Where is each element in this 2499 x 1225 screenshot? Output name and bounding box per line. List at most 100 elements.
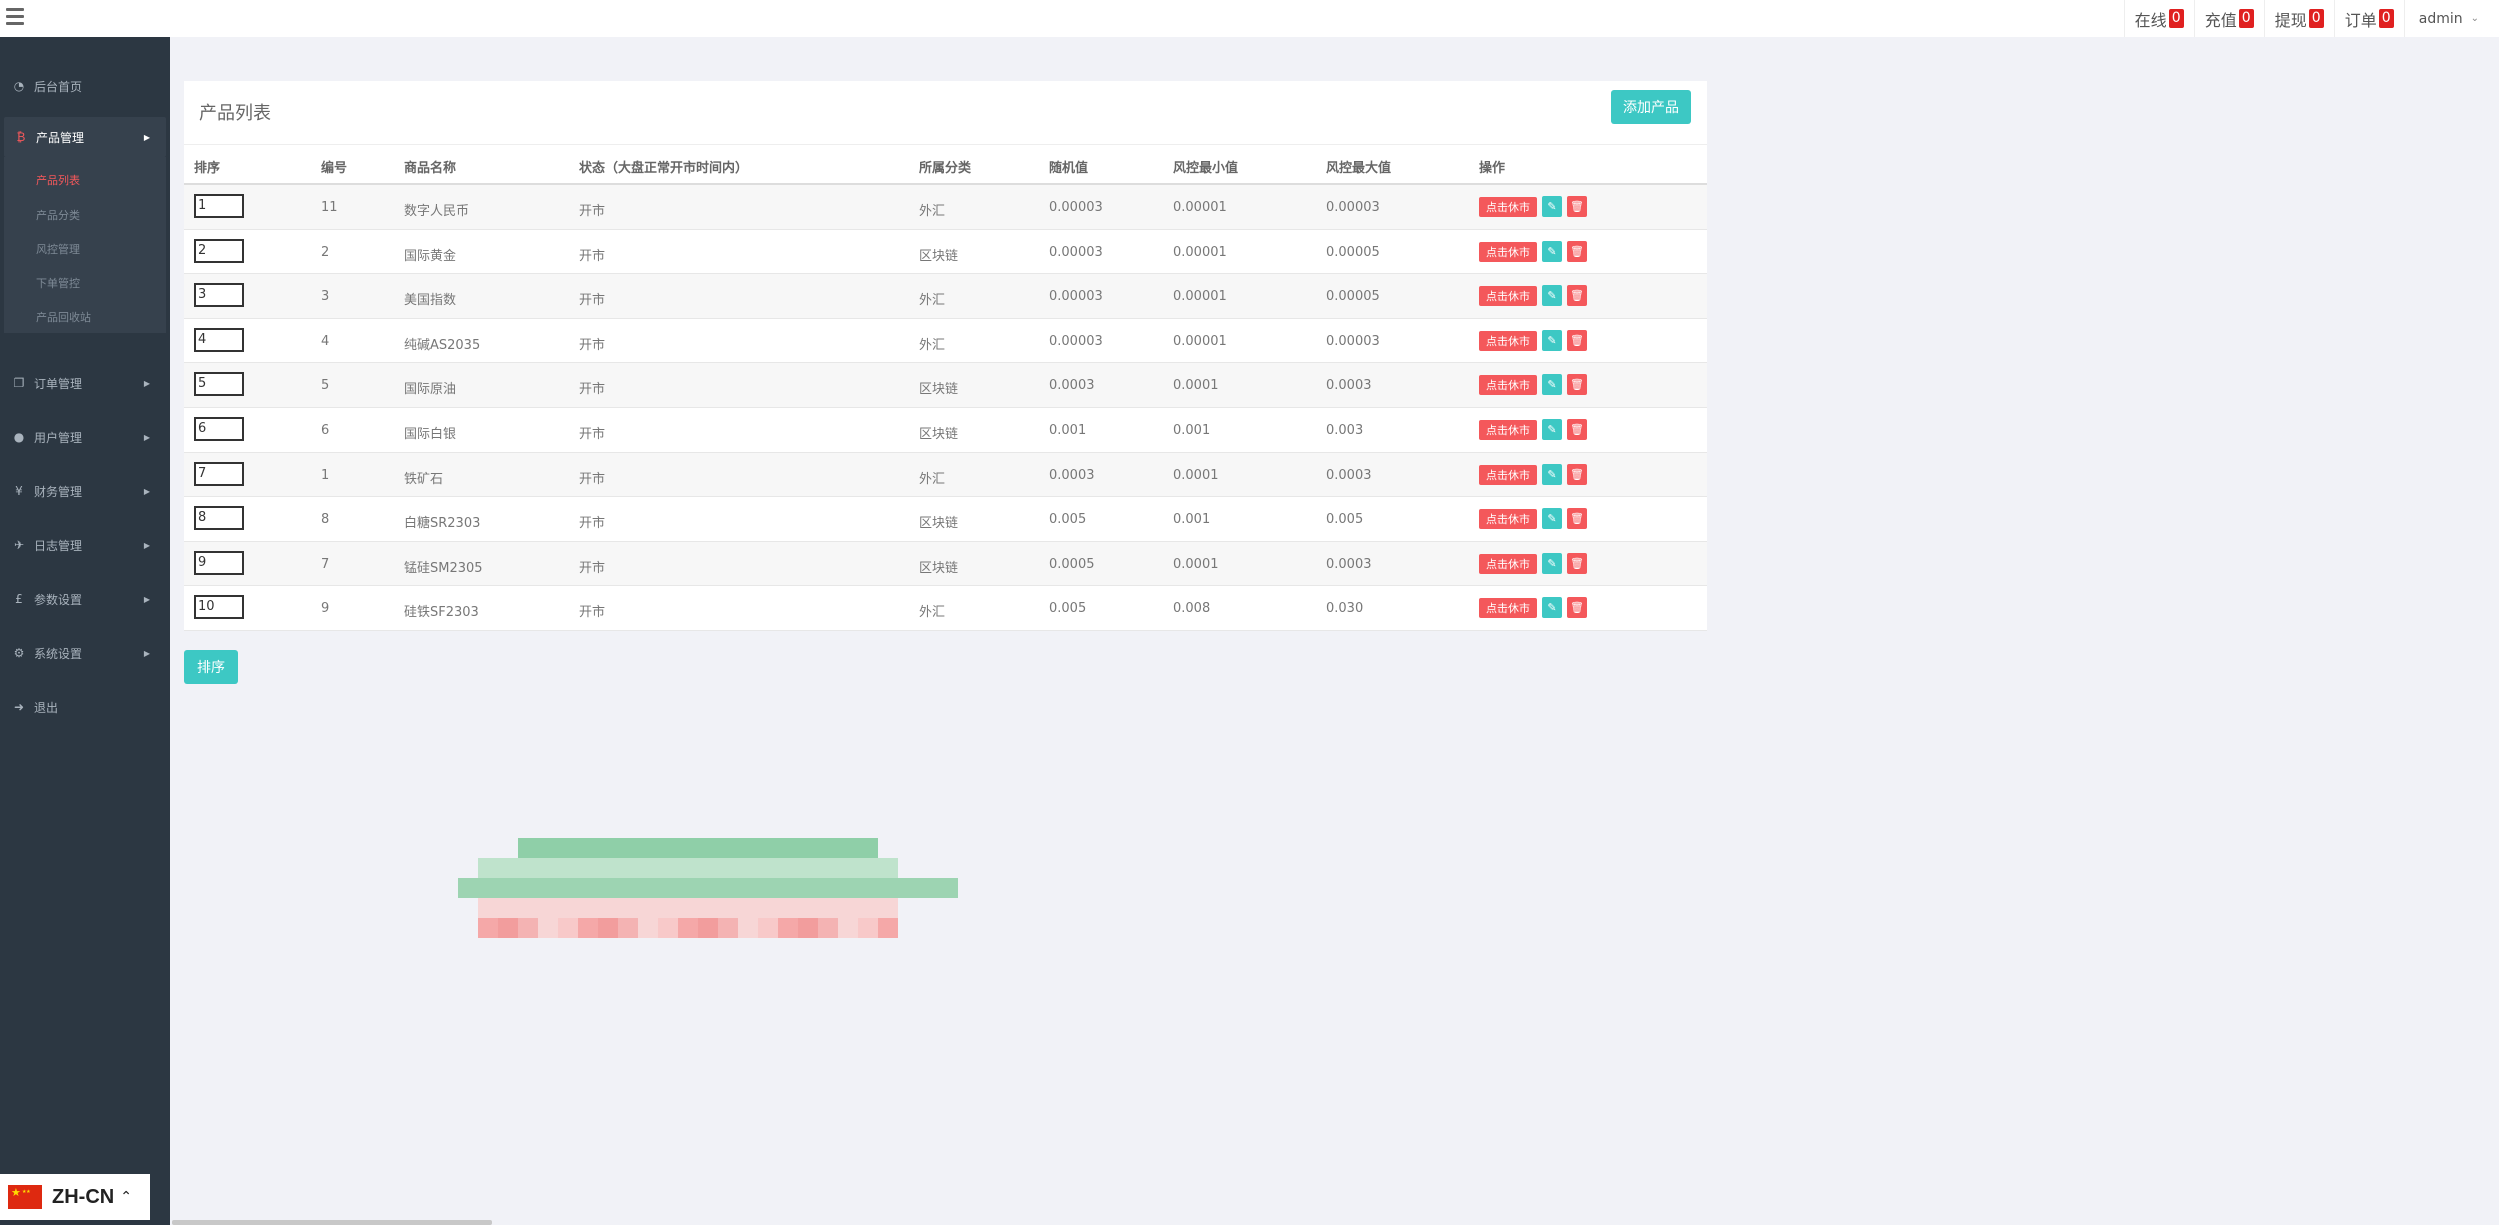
sort-order-input[interactable]: 4 bbox=[194, 327, 244, 352]
cell-id: 8 bbox=[321, 512, 330, 528]
sidebar-item-logout[interactable]: ➜ 退出 bbox=[0, 687, 170, 727]
close-market-button[interactable]: 点击休市 bbox=[1479, 509, 1537, 530]
submenu-product-list[interactable]: 产品列表 bbox=[36, 172, 80, 188]
sort-order-input[interactable]: 2 bbox=[194, 238, 244, 263]
horizontal-scrollbar[interactable] bbox=[172, 1220, 492, 1225]
edit-pencil-icon[interactable]: ✎ bbox=[1542, 329, 1562, 351]
edit-pencil-icon[interactable]: ✎ bbox=[1542, 552, 1562, 574]
hamburger-menu-icon[interactable] bbox=[6, 4, 28, 28]
edit-pencil-icon[interactable]: ✎ bbox=[1542, 463, 1562, 485]
edit-pencil-icon[interactable]: ✎ bbox=[1542, 418, 1562, 440]
submenu-product-category[interactable]: 产品分类 bbox=[36, 207, 80, 223]
column-header: 操作 bbox=[1479, 161, 1506, 176]
stat-recharge[interactable]: 充值 0 bbox=[2193, 0, 2264, 37]
sort-order-input[interactable]: 8 bbox=[194, 506, 244, 531]
close-market-button[interactable]: 点击休市 bbox=[1479, 375, 1537, 396]
cell-name: 铁矿石 bbox=[404, 471, 444, 487]
cell-id: 9 bbox=[321, 601, 330, 617]
delete-trash-icon[interactable]: 🗑 bbox=[1567, 329, 1587, 351]
column-header: 商品名称 bbox=[404, 161, 457, 176]
user-menu[interactable]: admin ⌄ bbox=[2403, 0, 2499, 37]
caret-right-icon: ▶ bbox=[143, 486, 150, 496]
delete-trash-icon[interactable]: 🗑 bbox=[1567, 508, 1587, 530]
edit-pencil-icon[interactable]: ✎ bbox=[1542, 597, 1562, 619]
cell-category: 区块链 bbox=[919, 426, 959, 442]
sidebar-item-users[interactable]: ● 用户管理 ▶ bbox=[0, 417, 170, 457]
cell-category: 外汇 bbox=[919, 471, 946, 487]
close-market-button[interactable]: 点击休市 bbox=[1479, 464, 1537, 485]
product-list-panel: 产品列表 添加产品 排序 编号 商品名称 状态（大盘正常开市时间内） 所属分类 … bbox=[184, 81, 1707, 631]
delete-trash-icon[interactable]: 🗑 bbox=[1567, 196, 1587, 217]
sidebar-item-label: 日志管理 bbox=[34, 538, 83, 553]
table-body: 1 11 数字人民币 开市 外汇 0.00003 0.00001 0.00003 点击休市 ✎ 🗑 2… bbox=[184, 185, 1707, 631]
caret-right-icon: ▶ bbox=[143, 378, 150, 388]
close-market-button[interactable]: 点击休市 bbox=[1479, 330, 1537, 351]
sort-button[interactable]: 排序 bbox=[184, 650, 238, 684]
sidebar-item-orders[interactable]: ❐ 订单管理 ▶ bbox=[0, 363, 170, 403]
delete-trash-icon[interactable]: 🗑 bbox=[1567, 374, 1587, 396]
edit-pencil-icon[interactable]: ✎ bbox=[1542, 374, 1562, 396]
sidebar-item-system[interactable]: ⚙ 系统设置 ▶ bbox=[0, 633, 170, 673]
caret-right-icon: ▶ bbox=[143, 132, 150, 142]
sort-order-input[interactable]: 1 bbox=[194, 194, 244, 218]
delete-trash-icon[interactable]: 🗑 bbox=[1567, 597, 1587, 619]
edit-pencil-icon[interactable]: ✎ bbox=[1542, 240, 1562, 262]
cell-id: 4 bbox=[321, 333, 330, 349]
sort-order-input[interactable]: 9 bbox=[194, 550, 244, 575]
sidebar-item-params[interactable]: £ 参数设置 ▶ bbox=[0, 579, 170, 619]
sort-order-input[interactable]: 5 bbox=[194, 372, 244, 397]
chevron-down-icon: ⌄ bbox=[2470, 13, 2479, 24]
cell-id: 1 bbox=[321, 467, 330, 483]
delete-trash-icon[interactable]: 🗑 bbox=[1567, 285, 1587, 307]
edit-pencil-icon[interactable]: ✎ bbox=[1542, 285, 1562, 307]
language-switcher[interactable]: ZH-CN ⌃ bbox=[0, 1174, 150, 1220]
edit-pencil-icon[interactable]: ✎ bbox=[1542, 196, 1562, 217]
cell-min: 0.0001 bbox=[1173, 467, 1219, 483]
delete-trash-icon[interactable]: 🗑 bbox=[1567, 418, 1587, 440]
cell-status: 开市 bbox=[579, 248, 606, 264]
delete-trash-icon[interactable]: 🗑 bbox=[1567, 463, 1587, 485]
close-market-button[interactable]: 点击休市 bbox=[1479, 419, 1537, 440]
stat-withdraw[interactable]: 提现 0 bbox=[2263, 0, 2334, 37]
stat-badge: 0 bbox=[2308, 9, 2324, 28]
table-row: 5 5 国际原油 开市 区块链 0.0003 0.0001 0.0003 点击休市 ✎ 🗑 bbox=[184, 363, 1707, 408]
cell-random: 0.00003 bbox=[1049, 289, 1103, 305]
table-row: 10 9 硅铁SF2303 开市 外汇 0.005 0.008 0.030 点击休市 ✎ 🗑 bbox=[184, 586, 1707, 631]
table-row: 3 3 美国指数 开市 外汇 0.00003 0.00001 0.00005 点击休市 ✎ 🗑 bbox=[184, 274, 1707, 319]
delete-trash-icon[interactable]: 🗑 bbox=[1567, 552, 1587, 574]
sort-order-input[interactable]: 7 bbox=[194, 461, 244, 486]
stat-online[interactable]: 在线 0 bbox=[2123, 0, 2194, 37]
delete-trash-icon[interactable]: 🗑 bbox=[1567, 240, 1587, 262]
chevron-up-icon: ⌃ bbox=[120, 1189, 132, 1205]
sort-order-input[interactable]: 10 bbox=[194, 595, 244, 620]
cell-category: 外汇 bbox=[919, 293, 946, 309]
cell-min: 0.00001 bbox=[1173, 200, 1227, 215]
close-market-button[interactable]: 点击休市 bbox=[1479, 241, 1537, 262]
stat-orders[interactable]: 订单 0 bbox=[2333, 0, 2404, 37]
close-market-button[interactable]: 点击休市 bbox=[1479, 286, 1537, 307]
sort-order-input[interactable]: 3 bbox=[194, 283, 244, 308]
sidebar-item-label: 用户管理 bbox=[34, 430, 83, 445]
add-product-button[interactable]: 添加产品 bbox=[1611, 90, 1691, 124]
sidebar-item-finance[interactable]: ¥ 财务管理 ▶ bbox=[0, 471, 170, 511]
sidebar-item-logs[interactable]: ✈ 日志管理 ▶ bbox=[0, 525, 170, 565]
stat-badge: 0 bbox=[2168, 9, 2184, 28]
column-header: 风控最大值 bbox=[1326, 161, 1392, 176]
cell-min: 0.001 bbox=[1173, 512, 1211, 528]
edit-pencil-icon[interactable]: ✎ bbox=[1542, 508, 1562, 530]
table-row: 6 6 国际白银 开市 区块链 0.001 0.001 0.003 点击休市 ✎ 🗑 bbox=[184, 408, 1707, 453]
sort-order-input[interactable]: 6 bbox=[194, 416, 244, 441]
sidebar-item-dashboard[interactable]: ◔ 后台首页 bbox=[0, 66, 170, 106]
sidebar-item-products[interactable]: ₿ 产品管理 ▶ bbox=[4, 117, 166, 157]
close-market-button[interactable]: 点击休市 bbox=[1479, 553, 1537, 574]
top-navbar: 在线 0 充值 0 提现 0 订单 0 admin ⌄ bbox=[0, 0, 2499, 37]
sidebar-item-label: 退出 bbox=[34, 700, 59, 715]
table-row: 1 11 数字人民币 开市 外汇 0.00003 0.00001 0.00003 点击休市 ✎ 🗑 bbox=[184, 185, 1707, 230]
cell-min: 0.00001 bbox=[1173, 333, 1227, 349]
close-market-button[interactable]: 点击休市 bbox=[1479, 598, 1537, 619]
close-market-button[interactable]: 点击休市 bbox=[1479, 197, 1537, 217]
submenu-product-recycle[interactable]: 产品回收站 bbox=[36, 309, 91, 325]
submenu-risk-control[interactable]: 风控管理 bbox=[36, 241, 80, 257]
cell-status: 开市 bbox=[579, 204, 606, 219]
submenu-order-control[interactable]: 下单管控 bbox=[36, 275, 80, 291]
